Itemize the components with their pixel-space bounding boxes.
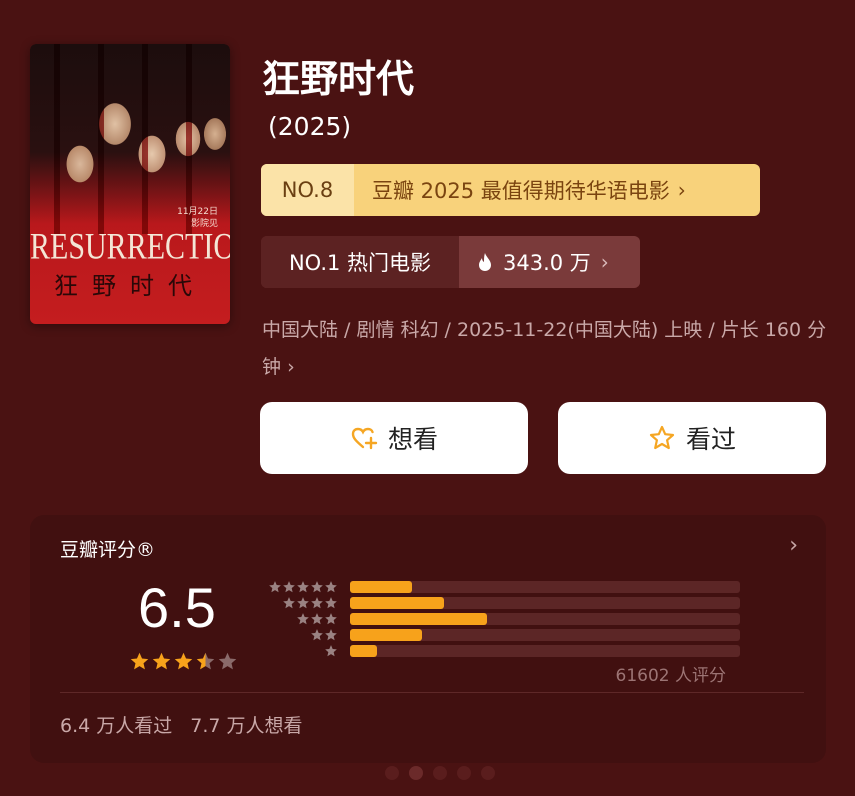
star-icon <box>283 581 295 593</box>
distribution-bar <box>350 581 413 593</box>
star-filled-icon <box>130 652 149 670</box>
movie-meta-info[interactable]: 中国大陆 / 剧情 科幻 / 2025-11-22(中国大陆) 上映 / 片长 … <box>262 312 827 386</box>
poster-title-en: RESURRECTION <box>30 225 230 267</box>
ranking-list-text: 豆瓣 2025 最值得期待华语电影 <box>372 179 670 203</box>
distribution-stars <box>254 580 338 594</box>
distribution-row <box>254 595 740 611</box>
hot-movie-badge[interactable]: NO.1 热门电影 343.0 万 › <box>261 236 640 288</box>
poster-title-cn: 狂野时代 <box>54 272 206 300</box>
star-icon <box>325 629 337 641</box>
distribution-stars <box>254 596 338 610</box>
movie-year: (2025) <box>268 112 352 141</box>
distribution-row <box>254 643 740 659</box>
page-dot <box>433 766 447 780</box>
distribution-stars <box>254 612 338 626</box>
rating-stars <box>129 651 238 672</box>
page-indicator <box>385 766 495 780</box>
star-icon <box>325 645 337 657</box>
star-filled-icon <box>174 652 193 670</box>
distribution-bar-track <box>350 645 740 657</box>
movie-poster[interactable]: 11月22日 影院见 RESURRECTION 狂野时代 <box>30 44 230 324</box>
rating-distribution <box>254 579 740 659</box>
star-icon <box>283 597 295 609</box>
rating-score: 6.5 <box>138 576 216 639</box>
star-half-icon <box>196 652 215 670</box>
flame-icon <box>479 253 491 271</box>
heat-value: 343.0 万 › <box>459 236 640 288</box>
ranking-number: NO.8 <box>261 164 354 216</box>
distribution-bar-track <box>350 581 740 593</box>
rater-count: 61602 人评分 <box>615 666 726 686</box>
distribution-bar-track <box>350 613 740 625</box>
page-dot <box>385 766 399 780</box>
heart-plus-icon <box>351 427 378 450</box>
ranking-list-label: 豆瓣 2025 最值得期待华语电影 › <box>354 164 760 216</box>
hot-rank-label: NO.1 热门电影 <box>261 236 459 288</box>
seen-label: 看过 <box>685 425 736 454</box>
star-icon <box>297 581 309 593</box>
heat-count: 343.0 万 <box>503 251 591 275</box>
star-icon <box>311 597 323 609</box>
want-to-watch-button[interactable]: 想看 <box>260 402 528 474</box>
distribution-bar <box>350 645 378 657</box>
chevron-right-icon[interactable]: › <box>789 533 798 558</box>
page-dot <box>457 766 471 780</box>
want-label: 想看 <box>387 425 438 454</box>
meta-text: 中国大陆 / 剧情 科幻 / 2025-11-22(中国大陆) 上映 / 片长 … <box>262 319 827 378</box>
seen-count: 6.4 万人看过 <box>60 715 173 737</box>
divider <box>60 692 804 693</box>
star-icon <box>311 629 323 641</box>
rating-title: 豆瓣评分® <box>60 539 156 561</box>
star-icon <box>297 597 309 609</box>
rating-card[interactable]: 豆瓣评分® › 6.5 61602 人评分 6.4 万人看过 7.7 万人想看 <box>30 515 826 763</box>
page-dot <box>481 766 495 780</box>
chevron-right-icon: › <box>600 250 609 274</box>
distribution-stars <box>254 628 338 642</box>
watch-stats: 6.4 万人看过 7.7 万人想看 <box>60 711 303 738</box>
distribution-bar <box>350 629 423 641</box>
distribution-bar <box>350 597 444 609</box>
ranking-badge-list[interactable]: NO.8 豆瓣 2025 最值得期待华语电影 › <box>261 164 760 216</box>
star-icon <box>325 581 337 593</box>
star-icon <box>311 613 323 625</box>
distribution-stars <box>254 644 338 658</box>
star-icon <box>325 597 337 609</box>
distribution-bar-track <box>350 629 740 641</box>
star-icon <box>311 581 323 593</box>
distribution-row <box>254 611 740 627</box>
star-outline-icon <box>649 425 675 450</box>
want-count: 7.7 万人想看 <box>190 715 303 737</box>
star-icon <box>269 581 281 593</box>
chevron-right-icon: › <box>287 356 295 378</box>
distribution-row <box>254 579 740 595</box>
star-icon <box>297 613 309 625</box>
watched-button[interactable]: 看过 <box>558 402 826 474</box>
star-icon <box>325 613 337 625</box>
distribution-row <box>254 627 740 643</box>
star-empty-icon <box>218 652 237 670</box>
distribution-bar-track <box>350 597 740 609</box>
star-filled-icon <box>152 652 171 670</box>
movie-title: 狂野时代 <box>262 57 415 101</box>
chevron-right-icon: › <box>677 178 686 202</box>
page-dot <box>409 766 423 780</box>
distribution-bar <box>350 613 487 625</box>
